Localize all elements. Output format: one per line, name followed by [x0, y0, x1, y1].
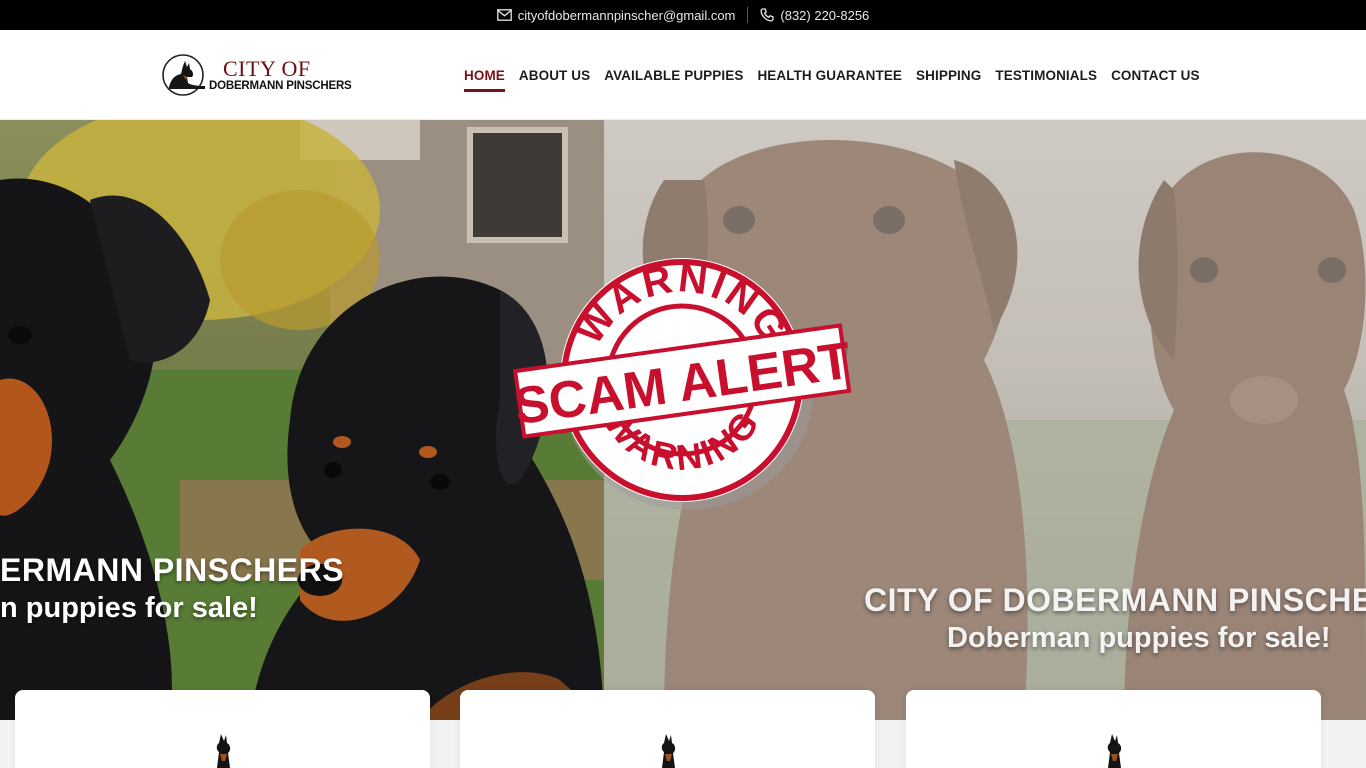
top-contact-bar: cityofdobermannpinscher@gmail.com (832) … [0, 0, 1366, 30]
divider [747, 7, 749, 23]
phone-text[interactable]: (832) 220-8256 [780, 8, 869, 23]
scam-alert-stamp: WARNING WARNING SCAM ALERT [511, 252, 862, 517]
nav-testimonials[interactable]: TESTIMONIALS [995, 62, 1097, 89]
doberman-icon [207, 734, 239, 768]
nav-contact-us[interactable]: CONTACT US [1111, 62, 1200, 89]
hero-left-subtitle: n puppies for sale! [0, 592, 258, 624]
logo-line-1: CITY OF [223, 55, 311, 81]
main-nav: HOME ABOUT US AVAILABLE PUPPIES HEALTH G… [464, 30, 1200, 120]
nav-health-guarantee[interactable]: HEALTH GUARANTEE [757, 62, 902, 89]
feature-card-3[interactable] [906, 690, 1321, 768]
nav-home[interactable]: HOME [464, 62, 505, 92]
site-logo[interactable]: CITY OF DOBERMANN PINSCHERS [161, 52, 361, 98]
logo-line-2: DOBERMANN PINSCHERS [209, 79, 352, 92]
feature-card-2[interactable] [460, 690, 875, 768]
hero-right-subtitle: Doberman puppies for sale! [947, 622, 1331, 654]
email-contact[interactable]: cityofdobermannpinscher@gmail.com [496, 8, 736, 23]
email-text[interactable]: cityofdobermannpinscher@gmail.com [518, 8, 736, 23]
site-header: CITY OF DOBERMANN PINSCHERS HOME ABOUT U… [0, 30, 1366, 120]
nav-available-puppies[interactable]: AVAILABLE PUPPIES [604, 62, 743, 89]
phone-icon [760, 8, 775, 22]
mail-icon [496, 9, 512, 21]
doberman-icon [652, 734, 684, 768]
phone-contact[interactable]: (832) 220-8256 [760, 8, 869, 23]
feature-card-1[interactable] [15, 690, 430, 768]
nav-about-us[interactable]: ABOUT US [519, 62, 590, 89]
nav-shipping[interactable]: SHIPPING [916, 62, 981, 89]
doberman-logo-icon [161, 53, 209, 97]
hero-right-title: CITY OF DOBERMANN PINSCHE [864, 582, 1366, 618]
hero-left-title: ERMANN PINSCHERS [0, 552, 345, 588]
doberman-icon [1098, 734, 1130, 768]
